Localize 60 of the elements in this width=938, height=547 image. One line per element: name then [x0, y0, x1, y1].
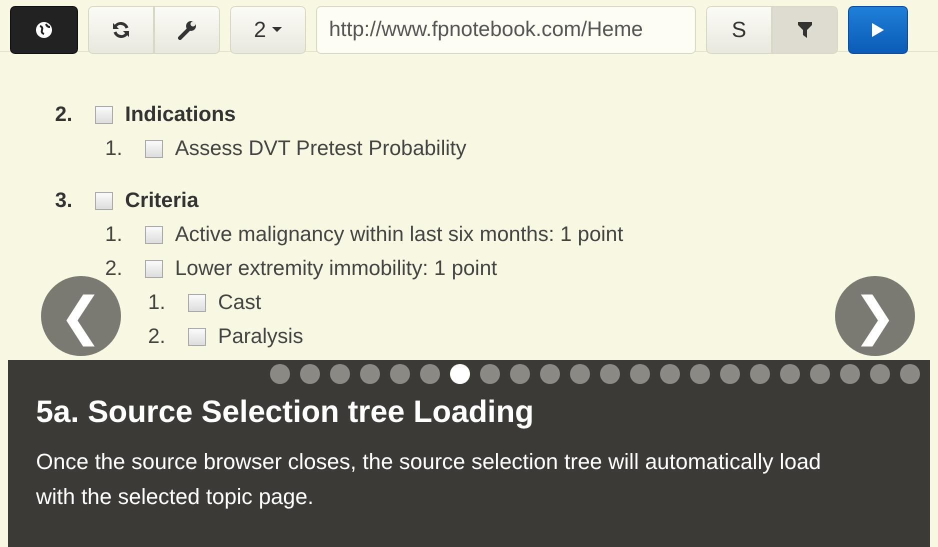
item-number: 3.	[55, 189, 74, 213]
checkbox[interactable]	[188, 294, 206, 312]
slide-dot[interactable]	[810, 364, 830, 384]
list-item: Assess DVT Pretest Probability	[175, 137, 466, 161]
checkbox[interactable]	[95, 192, 113, 210]
list-item: Paralysis	[218, 325, 304, 349]
slide-dot[interactable]	[840, 364, 860, 384]
checkbox[interactable]	[188, 328, 206, 346]
slide-dot[interactable]	[540, 364, 560, 384]
slide-dot[interactable]	[420, 364, 440, 384]
slide-dot[interactable]	[330, 364, 350, 384]
section-heading: Indications	[125, 103, 236, 127]
filter-button[interactable]	[772, 6, 838, 54]
slide-dot[interactable]	[270, 364, 290, 384]
url-field[interactable]: http://www.fpnotebook.com/Heme	[316, 6, 696, 54]
checkbox[interactable]	[95, 106, 113, 124]
slide-dot[interactable]	[870, 364, 890, 384]
slide-dot[interactable]	[510, 364, 530, 384]
slide-dot[interactable]	[720, 364, 740, 384]
slide-dot[interactable]	[300, 364, 320, 384]
caption-title: 5a. Source Selection tree Loading	[36, 394, 535, 430]
checkbox[interactable]	[145, 140, 163, 158]
checkbox[interactable]	[145, 260, 163, 278]
play-button[interactable]	[848, 6, 908, 54]
previous-slide-button[interactable]: ❮	[41, 276, 121, 356]
caption-text: Once the source browser closes, the source selection tree will automatically load with the selected topic page.	[36, 448, 822, 511]
slide-dot[interactable]	[900, 364, 920, 384]
caret-icon	[272, 27, 282, 32]
slide-dot[interactable]	[630, 364, 650, 384]
wrench-icon	[177, 20, 197, 40]
slide-dot[interactable]	[600, 364, 620, 384]
next-slide-button[interactable]: ❯	[835, 276, 915, 356]
section-heading: Criteria	[125, 189, 199, 213]
item-number: 1.	[148, 291, 167, 315]
item-number: 2.	[148, 325, 167, 349]
globe-icon	[35, 20, 53, 38]
slide-dot[interactable]	[690, 364, 710, 384]
slide-dot[interactable]	[360, 364, 380, 384]
slide-dot[interactable]	[570, 364, 590, 384]
slide-dot[interactable]	[390, 364, 410, 384]
list-item: Cast	[218, 291, 262, 315]
refresh-icon	[111, 20, 131, 40]
list-item: Lower extremity immobility: 1 point	[175, 257, 498, 281]
item-number: 1.	[105, 137, 124, 161]
checkbox[interactable]	[145, 226, 163, 244]
count-dropdown[interactable]: 2	[230, 6, 306, 54]
slide-dot[interactable]	[450, 364, 470, 384]
refresh-button[interactable]	[88, 6, 154, 54]
slide-dot[interactable]	[750, 364, 770, 384]
list-item: Active malignancy within last six months: 1 point	[175, 223, 624, 247]
settings-button[interactable]	[154, 6, 220, 54]
s-button[interactable]: S	[706, 6, 772, 54]
item-number: 2.	[55, 103, 74, 127]
globe-button[interactable]	[10, 6, 78, 54]
filter-icon	[798, 22, 812, 38]
item-number: 1.	[105, 223, 124, 247]
slide-dot[interactable]	[480, 364, 500, 384]
slide-dot[interactable]	[780, 364, 800, 384]
play-icon	[872, 22, 884, 36]
slide-dot[interactable]	[660, 364, 680, 384]
